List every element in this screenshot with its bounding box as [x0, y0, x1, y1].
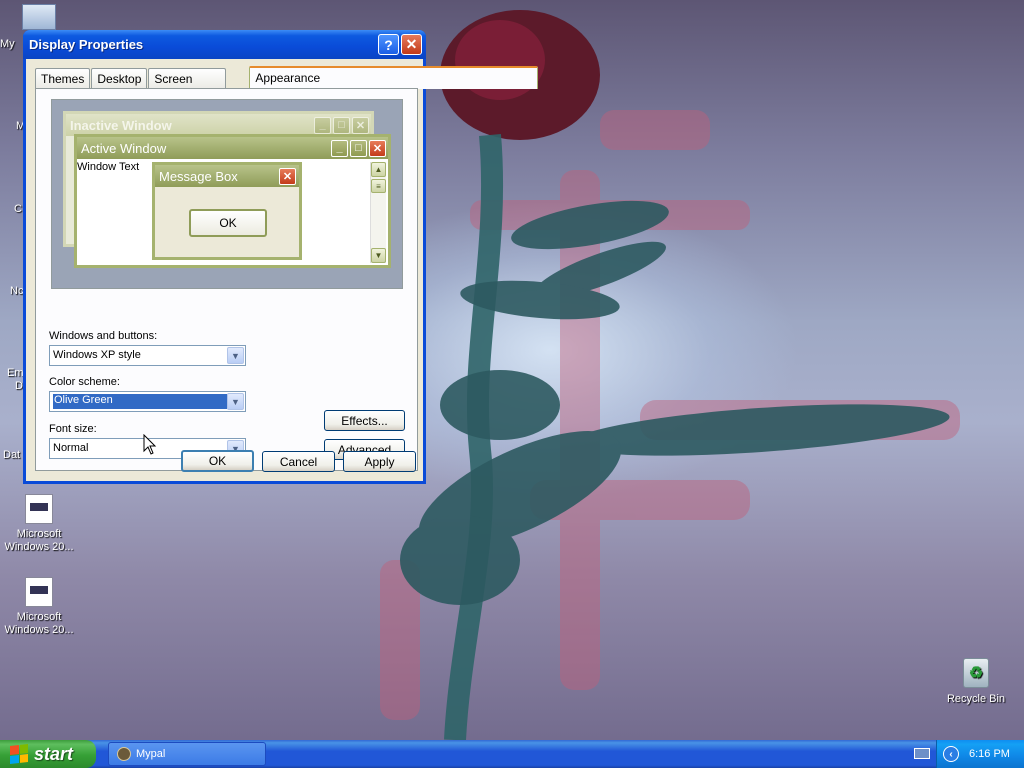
close-button[interactable]: ✕ — [401, 34, 422, 55]
preview-message-box: Message Box ✕ OK — [152, 162, 302, 260]
tab-strip: Themes Desktop Screen Saver Appearance — [35, 65, 539, 100]
apply-button[interactable]: Apply — [343, 451, 416, 472]
chevron-down-icon[interactable]: ▼ — [227, 347, 244, 364]
color-scheme-select[interactable]: Olive Green ▼ — [49, 391, 246, 412]
display-properties-dialog: Display Properties ? ✕ Themes Desktop Sc… — [23, 30, 539, 484]
active-window-title: Active Window — [81, 140, 167, 156]
chevron-down-icon[interactable]: ▼ — [227, 393, 244, 410]
minimize-icon: _ — [331, 139, 348, 157]
desktop-partial-label: Em — [7, 367, 24, 379]
document-icon — [25, 577, 53, 607]
tab-themes[interactable]: Themes — [35, 68, 91, 88]
document-icon — [25, 494, 53, 524]
desktop-icon-document[interactable]: Microsoft Windows 20... — [1, 577, 77, 637]
desktop-partial-label: C — [14, 203, 22, 215]
help-button[interactable]: ? — [378, 34, 399, 55]
recycle-bin-icon: ♻ — [963, 658, 989, 688]
mypal-icon — [117, 747, 131, 761]
desktop-partial-label: Dat — [3, 449, 21, 461]
scroll-thumb: ≡ — [371, 179, 386, 193]
start-button[interactable]: start — [0, 740, 96, 768]
taskbar: start Mypal ‹ 6:16 PM — [0, 740, 1024, 768]
taskbar-button-label: Mypal — [136, 748, 166, 760]
windows-buttons-label: Windows and buttons: — [49, 330, 158, 342]
desktop-icon-document[interactable]: Microsoft Windows 20... — [1, 494, 77, 554]
desktop-partial-label: Nc — [10, 285, 24, 297]
start-label: start — [34, 743, 74, 764]
minimize-icon: _ — [314, 116, 331, 134]
clock[interactable]: 6:16 PM — [969, 748, 1010, 760]
desktop-icon-label: Microsoft Windows 20... — [4, 611, 74, 636]
preview-ok-button: OK — [189, 209, 267, 237]
appearance-panel: Inactive Window _ □ ✕ Active Window _ □ … — [35, 88, 418, 471]
windows-buttons-select[interactable]: Windows XP style ▼ — [49, 345, 246, 366]
color-scheme-value: Olive Green — [53, 394, 227, 409]
desktop-icon-label: Microsoft Windows 20... — [4, 528, 74, 553]
close-icon: ✕ — [352, 116, 369, 134]
dialog-client: Themes Desktop Screen Saver Appearance I… — [26, 59, 539, 481]
ok-button[interactable]: OK — [181, 450, 254, 472]
taskbar-button-mypal[interactable]: Mypal — [108, 742, 266, 766]
dialog-titlebar[interactable]: Display Properties ? ✕ — [23, 30, 426, 59]
desktop-partial-label: My — [0, 38, 15, 50]
scroll-up-icon: ▲ — [371, 162, 386, 177]
font-size-label: Font size: — [49, 423, 97, 435]
maximize-icon: □ — [350, 139, 367, 157]
appearance-preview: Inactive Window _ □ ✕ Active Window _ □ … — [51, 99, 403, 289]
close-icon: ✕ — [369, 139, 386, 157]
my-computer-icon[interactable] — [22, 4, 56, 30]
cancel-button[interactable]: Cancel — [262, 451, 335, 472]
recycle-bin[interactable]: ♻ Recycle Bin — [938, 658, 1014, 705]
tab-appearance[interactable]: Appearance — [249, 66, 539, 89]
mouse-cursor-icon — [143, 434, 157, 455]
maximize-icon: □ — [333, 116, 350, 134]
message-box-title: Message Box — [159, 168, 238, 184]
inactive-window-title: Inactive Window — [70, 117, 172, 133]
font-size-value: Normal — [53, 442, 89, 454]
windows-logo-icon — [10, 744, 28, 764]
system-tray: ‹ 6:16 PM — [936, 740, 1024, 768]
preview-scrollbar: ▲ ≡ ▼ — [370, 162, 386, 263]
chevron-left-icon[interactable]: ‹ — [943, 746, 959, 762]
dialog-title: Display Properties — [29, 37, 144, 52]
color-scheme-label: Color scheme: — [49, 376, 120, 388]
effects-button[interactable]: Effects... — [324, 410, 405, 431]
keyboard-icon[interactable] — [914, 748, 930, 759]
windows-buttons-value: Windows XP style — [53, 349, 141, 361]
recycle-bin-label: Recycle Bin — [946, 693, 1006, 705]
tab-screen-saver[interactable]: Screen Saver — [148, 68, 227, 100]
tab-desktop[interactable]: Desktop — [91, 68, 148, 88]
scroll-down-icon: ▼ — [371, 248, 386, 263]
desktop-partial-label: D — [15, 380, 23, 392]
close-icon: ✕ — [279, 167, 296, 185]
